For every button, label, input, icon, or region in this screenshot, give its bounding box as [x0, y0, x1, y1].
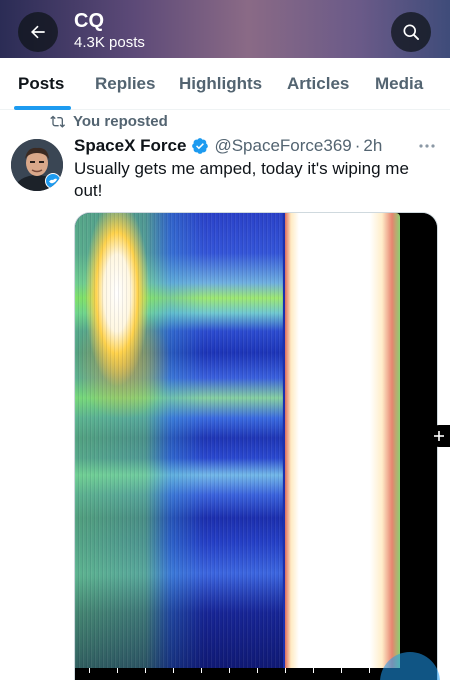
verified-badge-icon [191, 137, 209, 155]
axis-tick [145, 668, 146, 673]
back-button[interactable] [18, 12, 58, 52]
axis-tick [341, 668, 342, 673]
repost-context: You reposted [50, 111, 168, 131]
spectrogram-saturated-region [285, 213, 400, 668]
axis-tick [257, 668, 258, 673]
spectrogram-black-edge [400, 213, 437, 680]
repost-label: You reposted [73, 112, 168, 130]
repost-icon [50, 115, 66, 128]
axis-tick [89, 668, 90, 673]
tab-articles[interactable]: Articles [287, 74, 349, 94]
axis-tick [201, 668, 202, 673]
meta-separator: · [354, 136, 361, 155]
media-expand-handle[interactable] [428, 425, 450, 447]
arrow-left-icon [31, 25, 45, 39]
post-timestamp[interactable]: 2h [363, 136, 382, 156]
post-count: 4.3K posts [74, 34, 145, 51]
tab-highlights[interactable]: Highlights [179, 74, 262, 94]
axis-tick [313, 668, 314, 673]
search-button[interactable] [391, 12, 431, 52]
axis-tick [229, 668, 230, 673]
more-dots-icon [419, 144, 435, 148]
search-icon [403, 24, 419, 40]
post-author-row: SpaceX Force @SpaceForce369 · 2h [74, 135, 382, 157]
tab-posts[interactable]: Posts [18, 74, 64, 94]
spectrogram-colored-region [75, 213, 285, 668]
author-handle[interactable]: @SpaceForce369 [214, 136, 351, 156]
profile-name: CQ [74, 10, 104, 32]
profile-header: CQ 4.3K posts [0, 0, 450, 58]
active-tab-indicator [14, 106, 71, 110]
more-options-button[interactable] [416, 137, 438, 155]
author-name[interactable]: SpaceX Force [74, 136, 186, 156]
avatar-badge-icon [45, 173, 61, 189]
profile-tabs: Posts Replies Highlights Articles Media [0, 58, 450, 110]
axis-tick [285, 668, 286, 673]
post-body-text: Usually gets me amped, today it's wiping… [74, 159, 409, 200]
tab-media[interactable]: Media [375, 74, 423, 94]
author-avatar[interactable] [11, 139, 63, 191]
tab-replies[interactable]: Replies [95, 74, 155, 94]
axis-tick [117, 668, 118, 673]
axis-tick [173, 668, 174, 673]
post-media-image[interactable] [74, 212, 438, 680]
axis-tick [369, 668, 370, 673]
plus-icon [434, 431, 444, 441]
spectrogram-axis-strip [75, 668, 400, 680]
